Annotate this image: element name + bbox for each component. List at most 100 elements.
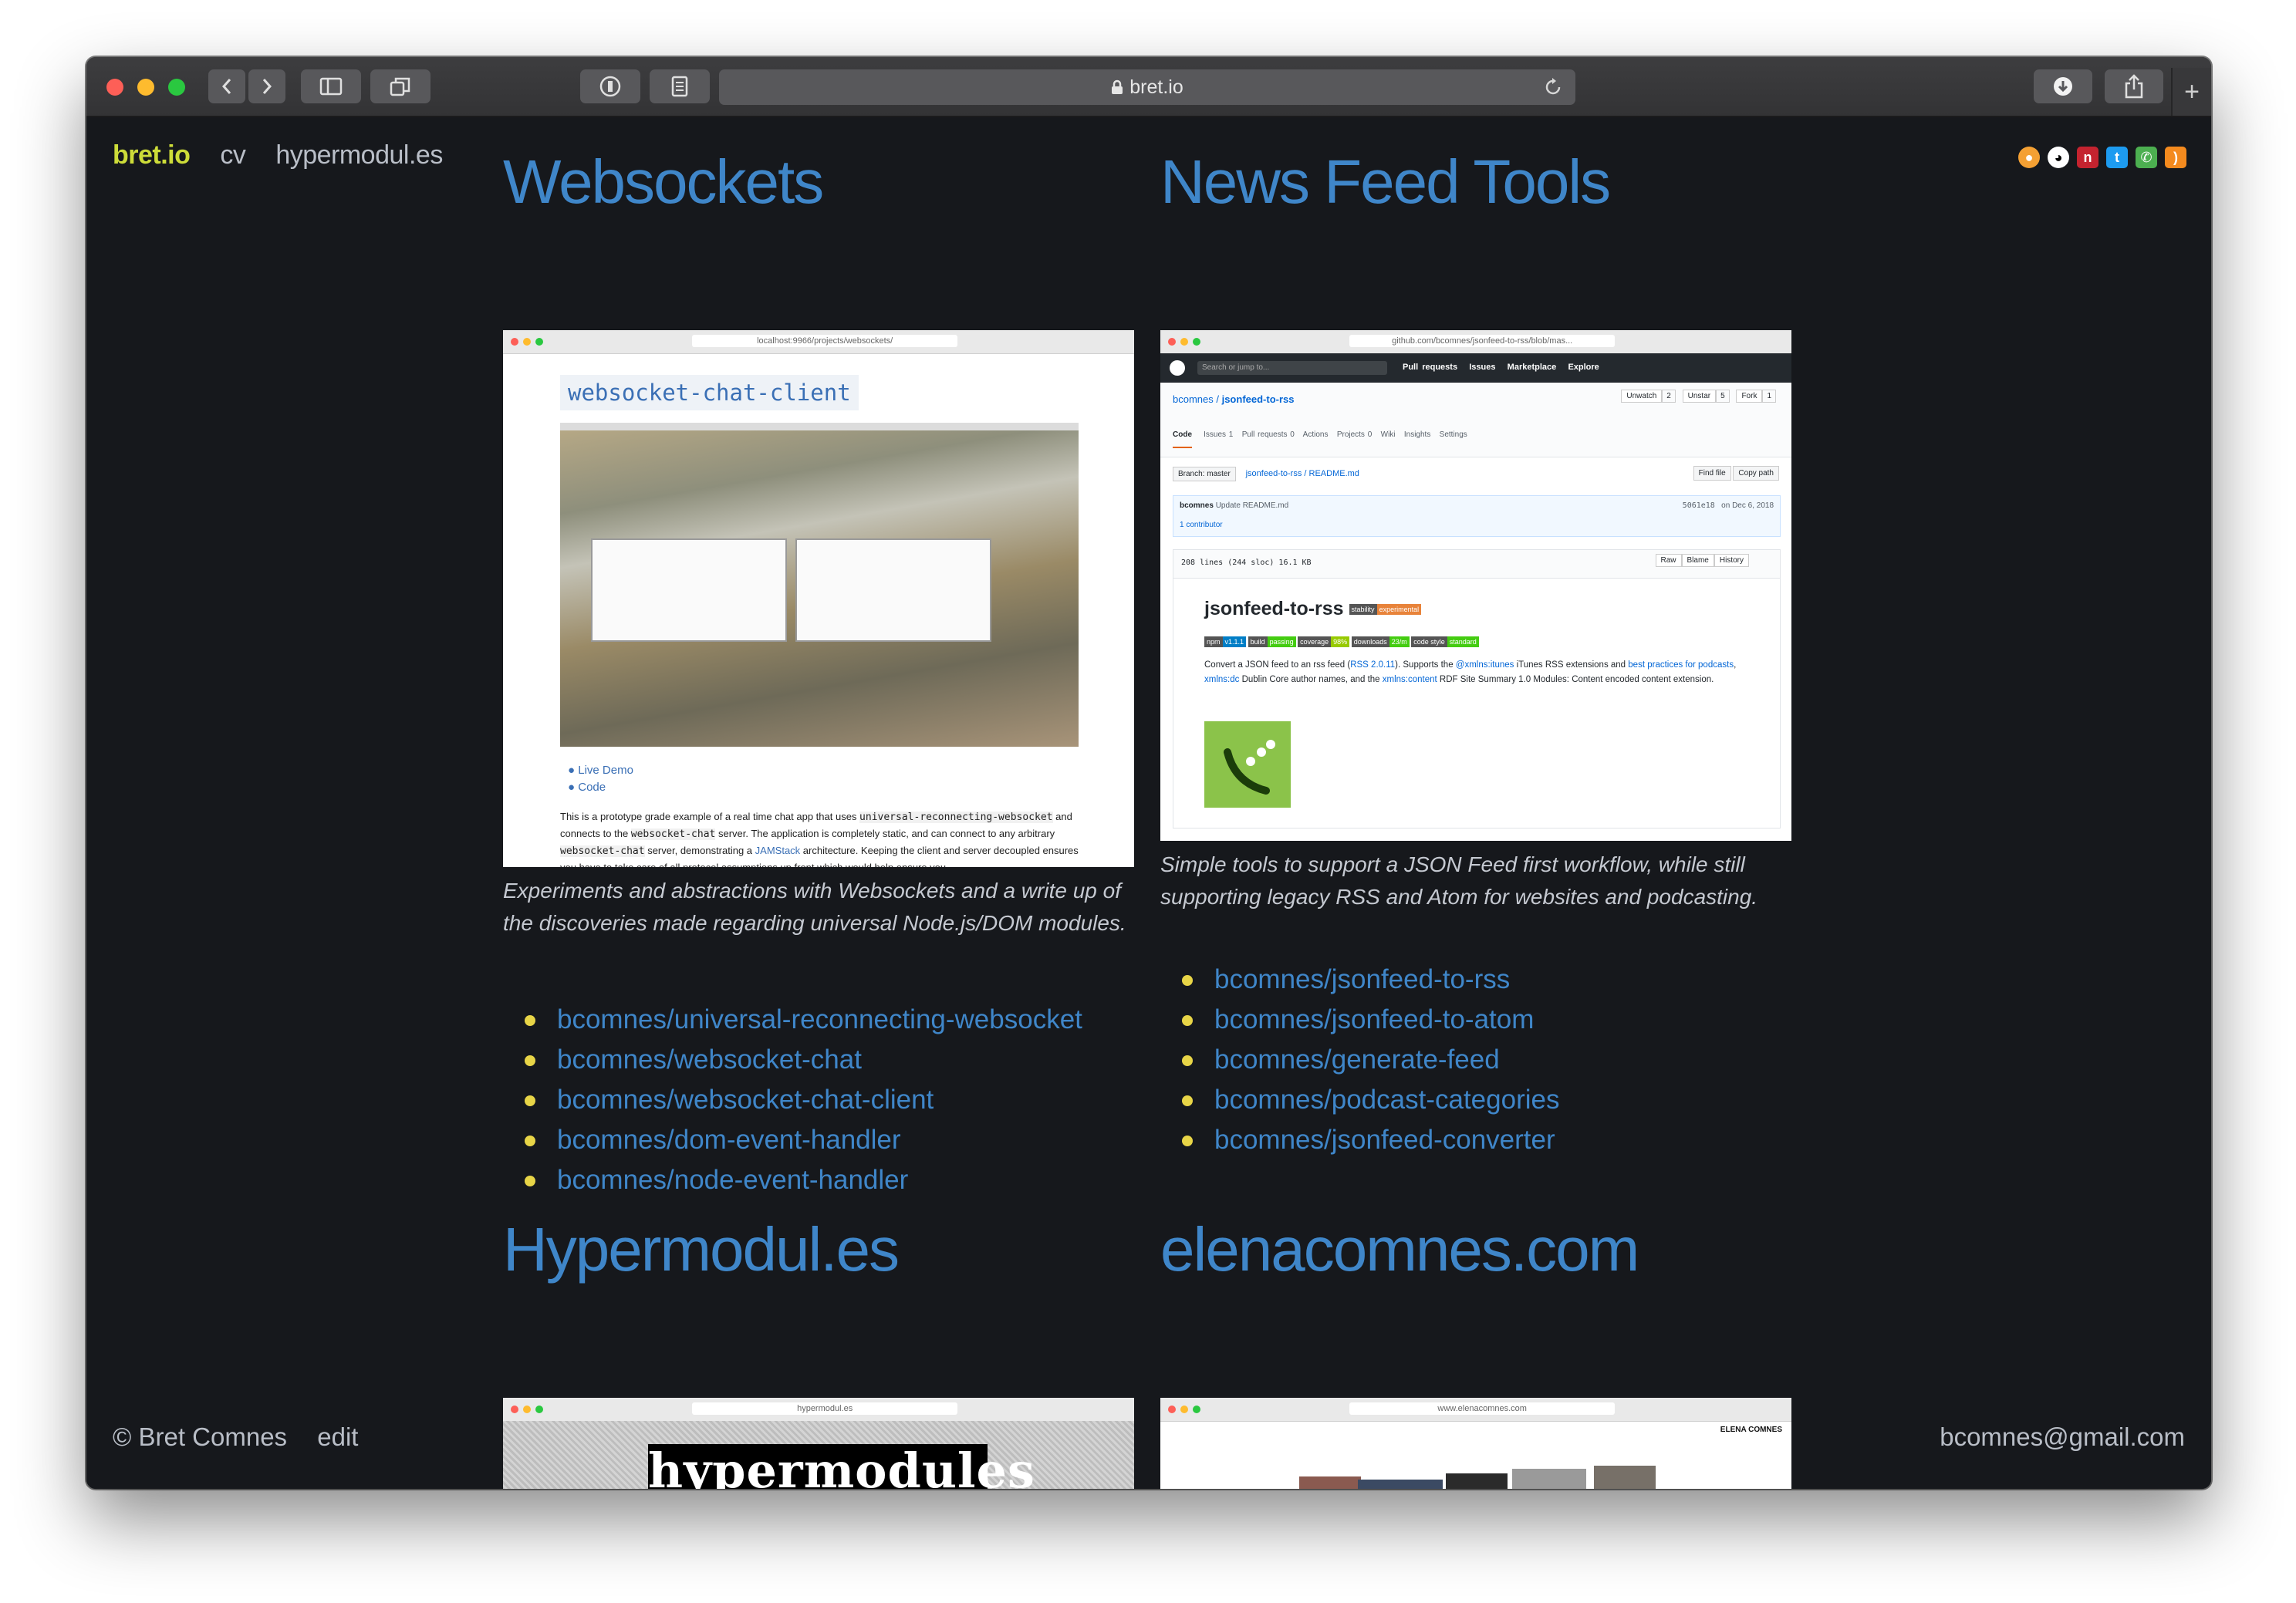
section-title-hypermodules: Hypermodul.es <box>503 1215 900 1284</box>
github-header: Search or jump to... Pull requests Issue… <box>1160 353 1791 383</box>
nav-brand-link[interactable]: bret.io <box>113 140 191 170</box>
gallery-thumb <box>1512 1469 1586 1489</box>
share-button[interactable] <box>2105 69 2163 103</box>
tabs-icon <box>390 77 410 96</box>
plus-icon: + <box>2184 76 2200 106</box>
newsfeed-description: Simple tools to support a JSON Feed firs… <box>1160 852 1758 909</box>
chevron-right-icon <box>262 79 272 94</box>
reader-button[interactable] <box>650 69 710 103</box>
minimize-window-button[interactable] <box>137 79 154 96</box>
gallery-thumb <box>1594 1466 1656 1489</box>
share-icon <box>2125 74 2143 99</box>
footer-edit-link[interactable]: edit <box>317 1422 358 1451</box>
websockets-screenshot[interactable]: localhost:9966/projects/websockets/ webs… <box>503 330 1134 867</box>
github-repo-head: bcomnes / jsonfeed-to-rss Unwatch 2 Unsta… <box>1160 383 1791 457</box>
screenshot-bullet-code: Code <box>578 781 606 794</box>
footer-email-link[interactable]: bcomnes@gmail.com <box>1940 1422 2185 1452</box>
screenshot-bullets: ● Live Demo ● Code <box>568 764 633 794</box>
address-bar[interactable]: bret.io <box>719 69 1575 105</box>
repo-link[interactable]: bcomnes/jsonfeed-to-atom <box>1160 1000 1559 1040</box>
section-title-elena: elenacomnes.com <box>1160 1215 1639 1284</box>
forward-button[interactable] <box>248 69 285 103</box>
screenshot-browser-bar: localhost:9966/projects/websockets/ <box>503 330 1134 354</box>
browser-toolbar: bret.io + <box>86 57 2211 117</box>
hypermodules-logo: hypermodules <box>648 1444 1035 1489</box>
downloads-button[interactable] <box>2034 69 2092 103</box>
chat-window-left <box>591 538 787 642</box>
readme-paragraph: Convert a JSON feed to an rss feed (RSS … <box>1204 660 1737 684</box>
section-title-websockets: Websockets <box>503 147 824 216</box>
readme-badges: npm v1.1.1 build passing coverage 98% downl… <box>1204 636 1479 647</box>
chat-window-right <box>795 538 991 642</box>
elena-brand: ELENA COMNES <box>1720 1426 1782 1434</box>
site-nav: bret.io cv hypermodul.es <box>113 140 443 170</box>
jsonfeed-logo-icon <box>1204 721 1291 808</box>
screenshot-url: github.com/bcomnes/jsonfeed-to-rss/blob/… <box>1349 335 1615 347</box>
screenshot-bullet-live-demo: Live Demo <box>578 764 633 777</box>
sidebar-toggle-button[interactable] <box>301 69 361 103</box>
download-icon <box>2054 77 2072 96</box>
password-icon <box>599 76 621 97</box>
close-window-button[interactable] <box>106 79 123 96</box>
websockets-description: Experiments and abstractions with Websoc… <box>503 879 1126 935</box>
repo-link[interactable]: bcomnes/jsonfeed-converter <box>1160 1120 1559 1160</box>
screenshot-browser-bar: hypermodul.es <box>503 1398 1134 1422</box>
readme-title: jsonfeed-to-rss stability experimental <box>1204 598 1422 620</box>
nav-link-cv[interactable]: cv <box>220 140 246 170</box>
page-content: bret.io cv hypermodul.es ● ◕ n t ✆ ) Web… <box>86 117 2211 1489</box>
repo-link[interactable]: bcomnes/generate-feed <box>1160 1040 1559 1080</box>
screenshot-browser-bar: www.elenacomnes.com <box>1160 1398 1791 1422</box>
rss-icon[interactable]: ) <box>2165 147 2186 168</box>
readme-box: 208 lines (244 sloc) 16.1 KB Raw Blame His… <box>1173 549 1781 828</box>
chevron-left-icon <box>221 79 231 94</box>
nav-link-hypermodules[interactable]: hypermodul.es <box>275 140 443 170</box>
screenshot-url: www.elenacomnes.com <box>1349 1402 1615 1415</box>
repo-link[interactable]: bcomnes/websocket-chat <box>503 1040 1082 1080</box>
sidebar-icon <box>319 77 343 96</box>
repo-link[interactable]: bcomnes/podcast-categories <box>1160 1080 1559 1120</box>
commit-box: bcomnes Update README.md 5061e18 on Dec … <box>1173 495 1781 537</box>
screenshot-heading: websocket-chat-client <box>560 375 859 410</box>
section-title-newsfeed: News Feed Tools <box>1160 147 1611 216</box>
repo-link[interactable]: bcomnes/jsonfeed-to-rss <box>1160 960 1559 1000</box>
gallery-thumb <box>1299 1476 1361 1489</box>
repo-actions[interactable]: Unwatch 2 Unstar 5 Fork 1 <box>1621 390 1776 403</box>
twitter-icon[interactable]: t <box>2106 147 2128 168</box>
file-path-row: Branch: master jsonfeed-to-rss / README.… <box>1173 466 1779 486</box>
screenshot-url: localhost:9966/projects/websockets/ <box>692 335 957 347</box>
github-top-nav: Pull requests Issues Marketplace Explore <box>1403 363 1599 372</box>
screenshot-body: This is a prototype grade example of a r… <box>560 811 1079 867</box>
websockets-repo-list: bcomnes/universal-reconnecting-websocket… <box>503 1000 1082 1200</box>
github-logo-icon <box>1170 360 1185 376</box>
hypermodules-screenshot[interactable]: hypermodul.es hypermodules <box>503 1398 1134 1489</box>
repo-link[interactable]: bcomnes/node-event-handler <box>503 1160 1082 1200</box>
footer-copyright: © Bret Comnes <box>113 1422 288 1451</box>
gallery-thumb <box>1446 1473 1508 1489</box>
phone-icon[interactable]: ✆ <box>2136 147 2157 168</box>
lock-icon <box>1112 79 1123 94</box>
keybase-icon[interactable]: ● <box>2018 147 2040 168</box>
browser-window: bret.io + bret.io cv hypermodul.es ● ◕ n… <box>86 57 2211 1489</box>
reader-icon <box>671 76 688 97</box>
elena-screenshot[interactable]: www.elenacomnes.com ELENA COMNES <box>1160 1398 1791 1489</box>
back-button[interactable] <box>208 69 245 103</box>
tab-overview-button[interactable] <box>370 69 430 103</box>
reload-icon[interactable] <box>1543 76 1563 98</box>
repo-link[interactable]: bcomnes/universal-reconnecting-websocket <box>503 1000 1082 1040</box>
screenshot-image <box>560 423 1079 747</box>
gallery-thumb <box>1358 1480 1443 1489</box>
repo-tabs[interactable]: Code Issues 1 Pull requests 0 Actions Pr… <box>1173 430 1467 448</box>
repo-link[interactable]: bcomnes/dom-event-handler <box>503 1120 1082 1160</box>
zoom-window-button[interactable] <box>168 79 185 96</box>
npm-icon[interactable]: n <box>2077 147 2098 168</box>
address-text: bret.io <box>1129 76 1183 98</box>
repo-title[interactable]: bcomnes / jsonfeed-to-rss <box>1173 393 1295 405</box>
footer-left: © Bret Comnes edit <box>113 1422 358 1452</box>
new-tab-button[interactable]: + <box>2171 68 2211 116</box>
screenshot-browser-bar: github.com/bcomnes/jsonfeed-to-rss/blob/… <box>1160 330 1791 354</box>
github-search-input[interactable]: Search or jump to... <box>1197 361 1387 375</box>
github-icon[interactable]: ◕ <box>2048 147 2069 168</box>
newsfeed-screenshot[interactable]: github.com/bcomnes/jsonfeed-to-rss/blob/… <box>1160 330 1791 841</box>
repo-link[interactable]: bcomnes/websocket-chat-client <box>503 1080 1082 1120</box>
password-button[interactable] <box>580 69 640 103</box>
